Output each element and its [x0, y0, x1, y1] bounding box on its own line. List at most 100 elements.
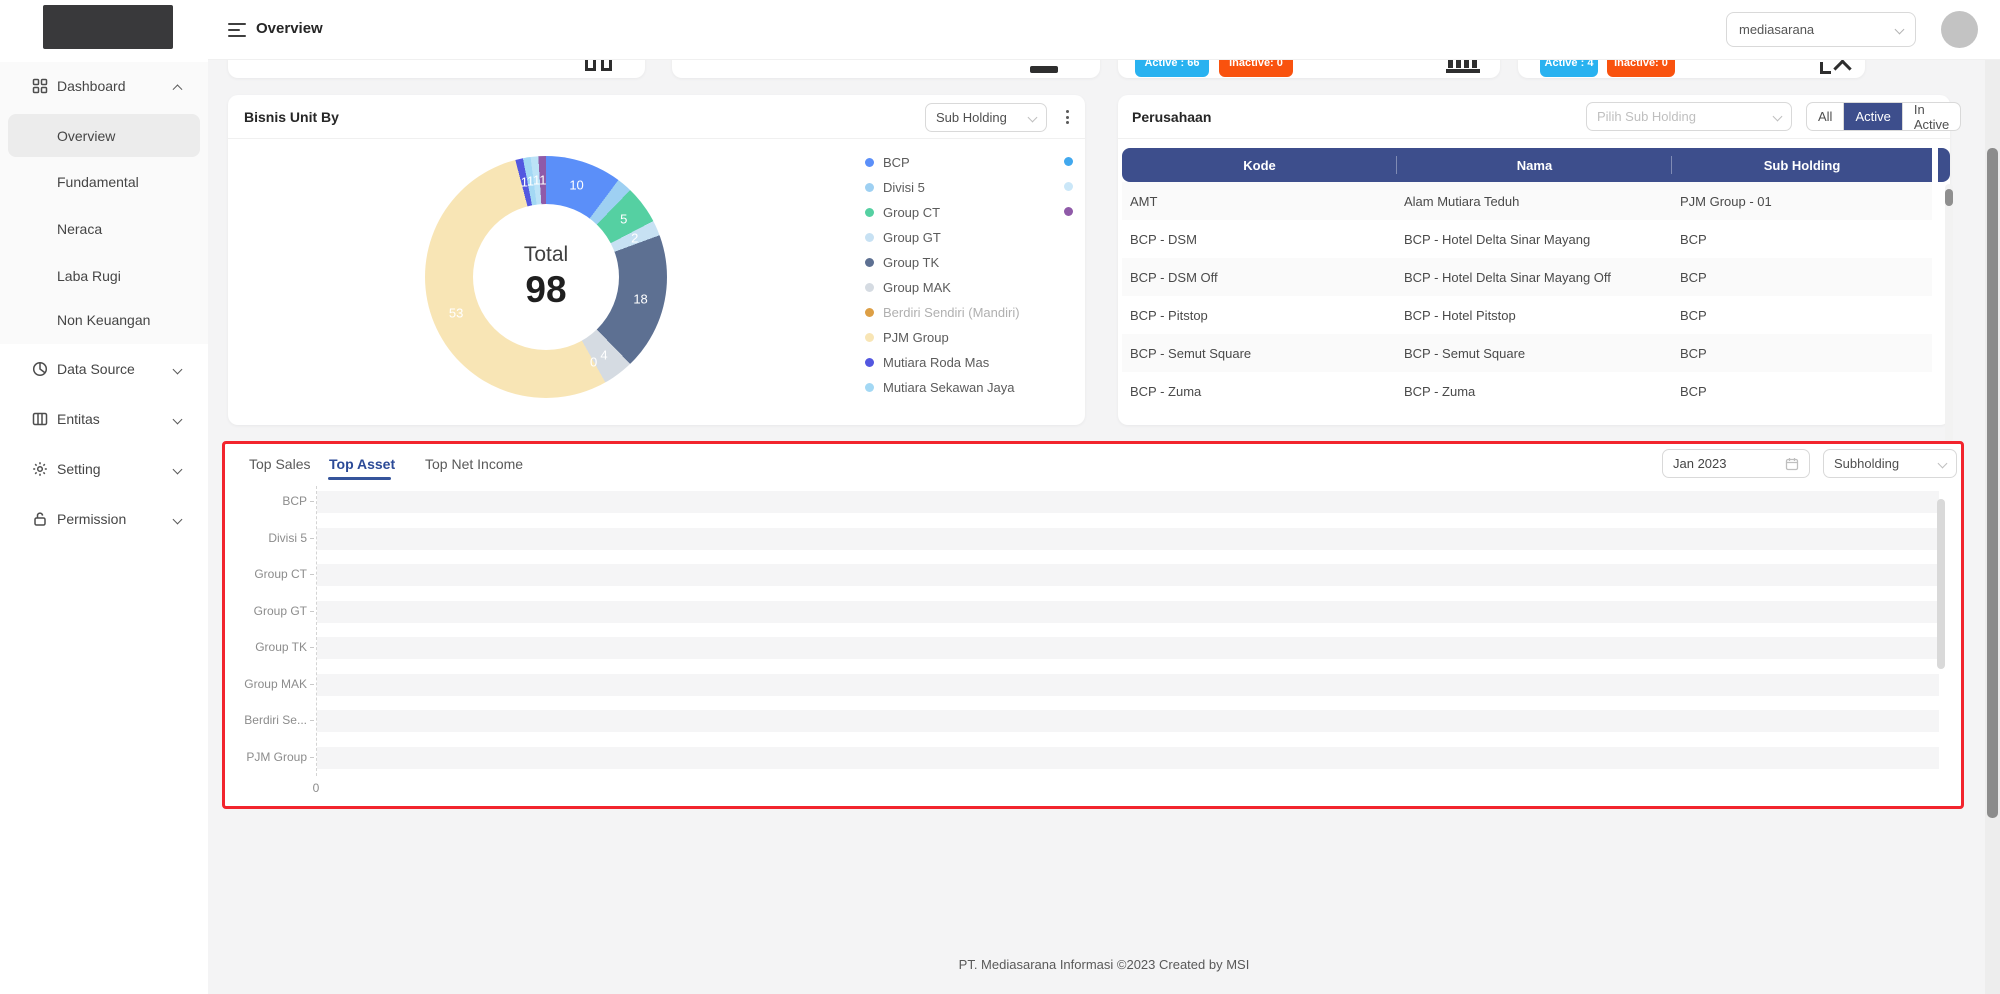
table-scrollbar[interactable]	[1945, 184, 1953, 442]
table-row: BCP - ZumaBCP - ZumaBCP	[1122, 372, 1932, 410]
bar-row: Group GT	[225, 601, 1947, 623]
bar-band	[317, 674, 1939, 696]
sidebar-item-dashboard[interactable]: Dashboard	[0, 73, 208, 99]
x-axis-tick: 0	[296, 781, 336, 795]
slice-value-label: 0	[590, 354, 597, 369]
slice-value-label: 18	[633, 291, 647, 306]
tab-top-net-income[interactable]: Top Net Income	[425, 456, 523, 472]
legend-dot	[865, 158, 874, 167]
sidebar-item-label: Dashboard	[57, 78, 126, 94]
legend-dot	[865, 258, 874, 267]
status-segmented-control: All Active In Active	[1806, 102, 1961, 131]
bar-band	[317, 747, 1939, 769]
pie-chart-icon	[32, 361, 49, 378]
legend-dot	[865, 308, 874, 317]
sidebar-item-overview-label[interactable]: Overview	[57, 128, 115, 144]
legend-dot	[865, 208, 874, 217]
gear-icon	[32, 461, 49, 478]
tab-top-asset[interactable]: Top Asset	[329, 456, 395, 472]
page-scrollbar-thumb[interactable]	[1987, 148, 1998, 818]
kebab-menu-icon[interactable]	[1060, 106, 1074, 128]
legend-item[interactable]: Group GT	[865, 230, 941, 245]
chevron-up-icon	[174, 77, 181, 95]
bar-band	[317, 564, 1939, 586]
page-scrollbar[interactable]	[1985, 60, 2000, 994]
sidebar-item-neraca[interactable]: Neraca	[57, 221, 102, 237]
filter-all-button[interactable]: All	[1807, 103, 1843, 130]
month-picker[interactable]: Jan 2023	[1662, 449, 1810, 478]
chevron-down-icon	[1895, 25, 1905, 35]
slice-value-label: 2	[631, 230, 638, 245]
legend-item[interactable]: PJM Group	[865, 330, 949, 345]
bar-row: Group MAK	[225, 674, 1947, 696]
subholding-group-value: Subholding	[1834, 456, 1899, 471]
donut-chart: Total 98 10521840531111	[425, 156, 667, 398]
pilih-subholding-select[interactable]: Pilih Sub Holding	[1586, 102, 1792, 131]
legend-item[interactable]: BCP	[865, 155, 910, 170]
subholding-filter-select[interactable]: Sub Holding	[925, 103, 1047, 132]
chart-scrollbar-thumb[interactable]	[1937, 499, 1945, 669]
column-header-kode: Kode	[1122, 148, 1397, 182]
bar-row: Berdiri Se...	[225, 710, 1947, 732]
slice-value-label: 53	[449, 306, 463, 321]
filter-active-button[interactable]: Active	[1843, 103, 1901, 130]
legend-item[interactable]: Group MAK	[865, 280, 951, 295]
chevron-down-icon	[1938, 459, 1948, 469]
chevron-down-icon	[174, 360, 181, 378]
filter-inactive-button[interactable]: In Active	[1902, 103, 1960, 130]
subholding-group-select[interactable]: Subholding	[1823, 449, 1957, 478]
legend-item[interactable]: Mutiara Sekawan Jaya	[865, 380, 1015, 395]
entity-icon	[32, 411, 49, 428]
avatar[interactable]	[1941, 11, 1978, 48]
legend-dot[interactable]	[1064, 182, 1073, 191]
bank-icon	[1456, 60, 1461, 68]
chart-icon	[1030, 66, 1058, 73]
dashboard-group-panel	[0, 62, 208, 344]
bar-row: Group CT	[225, 564, 1947, 586]
grid-icon	[32, 78, 49, 95]
card-title: Bisnis Unit By	[244, 109, 339, 125]
legend-dot[interactable]	[1064, 157, 1073, 166]
bar-band	[317, 637, 1939, 659]
table-row: BCP - DSM OffBCP - Hotel Delta Sinar May…	[1122, 258, 1932, 296]
select-placeholder: Pilih Sub Holding	[1597, 109, 1696, 124]
legend-item[interactable]: Mutiara Roda Mas	[865, 355, 989, 370]
legend-item[interactable]: Divisi 5	[865, 180, 925, 195]
card-title: Perusahaan	[1132, 109, 1211, 125]
table-row: AMTAlam Mutiara TeduhPJM Group - 01	[1122, 182, 1932, 220]
sidebar-item-laba-rugi[interactable]: Laba Rugi	[57, 268, 121, 284]
legend-dot	[865, 183, 874, 192]
legend-dot	[865, 383, 874, 392]
legend-item[interactable]: Group TK	[865, 255, 939, 270]
bank-icon	[1446, 69, 1480, 73]
divider	[1118, 138, 1950, 139]
legend-dot	[865, 333, 874, 342]
table-scrollbar-thumb[interactable]	[1945, 189, 1953, 206]
legend-dot	[865, 233, 874, 242]
slice-value-label: 4	[600, 347, 607, 362]
footer-text: PT. Mediasarana Informasi ©2023 Created …	[208, 957, 2000, 972]
building-icon	[585, 60, 596, 71]
slice-value-label: 5	[620, 211, 627, 226]
bar-band	[317, 528, 1939, 550]
sidebar-item-data-source[interactable]: Data Source	[0, 356, 208, 382]
sidebar-item-fundamental[interactable]: Fundamental	[57, 174, 139, 190]
chevron-down-icon	[174, 410, 181, 428]
sidebar-item-setting[interactable]: Setting	[0, 456, 208, 482]
sidebar-item-entitas[interactable]: Entitas	[0, 406, 208, 432]
legend-item[interactable]: Berdiri Sendiri (Mandiri)	[865, 305, 1020, 320]
sidebar-toggle-icon[interactable]	[228, 22, 246, 38]
organization-select[interactable]: mediasarana	[1726, 12, 1916, 47]
bar-row: Divisi 5	[225, 528, 1947, 550]
table-row: BCP - Semut SquareBCP - Semut SquareBCP	[1122, 334, 1932, 372]
legend-dot	[865, 283, 874, 292]
legend-dot[interactable]	[1064, 207, 1073, 216]
app-logo	[43, 5, 173, 49]
legend-item[interactable]: Group CT	[865, 205, 940, 220]
sidebar-item-permission[interactable]: Permission	[0, 506, 208, 532]
tab-top-sales[interactable]: Top Sales	[249, 456, 310, 472]
sidebar-item-non-keuangan[interactable]: Non Keuangan	[57, 312, 150, 328]
chevron-down-icon	[1773, 112, 1783, 122]
table-header-cap	[1938, 148, 1950, 182]
lock-icon	[32, 511, 49, 528]
